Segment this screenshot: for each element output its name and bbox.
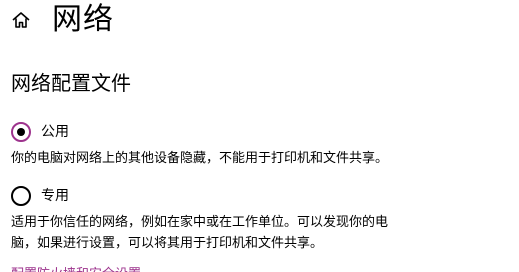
private-network-description-line-2: 脑，如果进行设置，可以将其用于打印机和文件共享。 xyxy=(11,236,324,251)
radio-unchecked-icon[interactable] xyxy=(11,186,31,206)
public-network-description: 你的电脑对网络上的其他设备隐藏，不能用于打印机和文件共享。 xyxy=(11,151,389,166)
private-network-description: 适用于你信任的网络，例如在家中或在工作单位。可以发现你的电 脑，如果进行设置，可… xyxy=(11,212,511,254)
private-network-radio[interactable]: 专用 xyxy=(11,186,69,206)
section-title: 网络配置文件 xyxy=(11,71,131,95)
home-icon[interactable] xyxy=(10,9,32,31)
radio-checked-icon[interactable] xyxy=(11,122,31,142)
public-network-label: 公用 xyxy=(41,124,69,140)
firewall-settings-link[interactable]: 配置防火墙和安全设置 xyxy=(11,264,141,272)
private-network-description-line-1: 适用于你信任的网络，例如在家中或在工作单位。可以发现你的电 xyxy=(11,215,389,230)
page-title: 网络 xyxy=(52,2,114,37)
page-header: 网络 xyxy=(10,0,114,40)
public-network-radio[interactable]: 公用 xyxy=(11,122,69,142)
private-network-label: 专用 xyxy=(41,188,69,204)
network-settings-page: 网络 网络配置文件 公用 你的电脑对网络上的其他设备隐藏，不能用于打印机和文件共… xyxy=(0,0,519,272)
